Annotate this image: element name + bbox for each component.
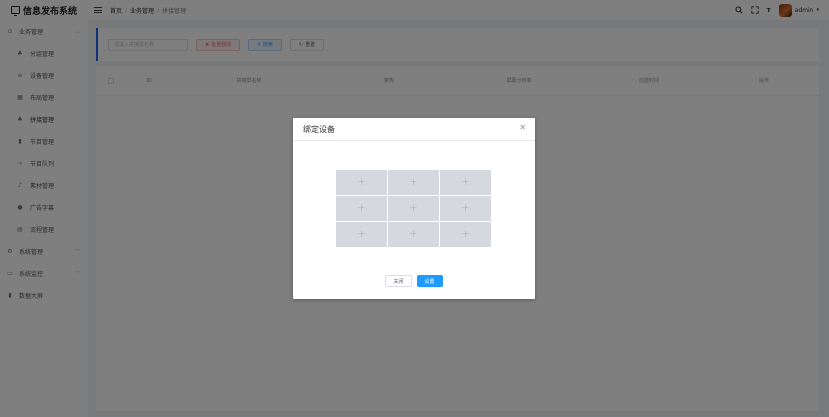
screen-slot[interactable]: +	[336, 170, 387, 195]
screen-slot[interactable]: +	[336, 222, 387, 247]
screen-slot[interactable]: +	[440, 196, 491, 221]
screen-slot[interactable]: +	[388, 196, 439, 221]
screen-slot[interactable]: +	[440, 222, 491, 247]
screen-slot[interactable]: +	[388, 222, 439, 247]
screen-slot[interactable]: +	[336, 196, 387, 221]
screen-grid: + + + + + + + + +	[336, 170, 491, 247]
dialog-title: 绑定设备	[303, 124, 335, 134]
close-button[interactable]: 关闭	[385, 275, 412, 287]
dialog-header: 绑定设备 ✕	[293, 118, 535, 141]
close-icon[interactable]: ✕	[519, 124, 526, 132]
screen-slot[interactable]: +	[440, 170, 491, 195]
screen-slot[interactable]: +	[388, 170, 439, 195]
dialog-footer: 关闭 设置	[293, 275, 535, 299]
set-button[interactable]: 设置	[416, 275, 443, 287]
bind-device-dialog: 绑定设备 ✕ + + + + + + + + + 关闭 设置	[293, 118, 535, 299]
dialog-body: + + + + + + + + +	[293, 141, 535, 275]
